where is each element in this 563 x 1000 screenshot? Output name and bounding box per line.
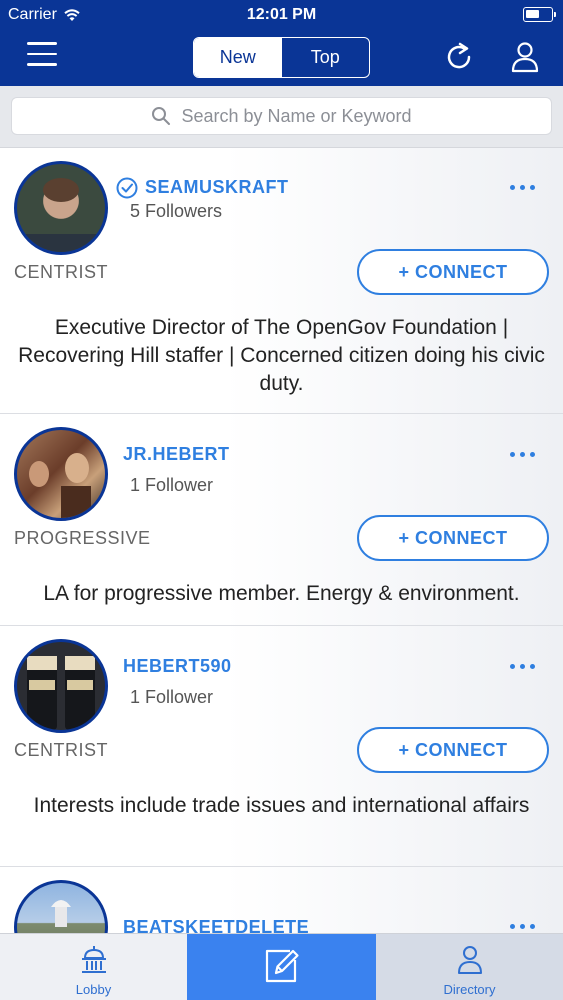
user-card: JR.HEBERT 1 Follower PROGRESSIVE + CONNE… (0, 414, 563, 626)
user-card: HEBERT590 1 Follower CENTRIST + CONNECT … (0, 626, 563, 867)
refresh-icon[interactable] (444, 40, 476, 74)
connect-button[interactable]: + CONNECT (357, 515, 549, 561)
username[interactable]: BEATSKEETDELETE (123, 917, 309, 933)
username[interactable]: JR.HEBERT (123, 444, 230, 465)
more-options-icon[interactable] (510, 924, 535, 929)
status-bar: Carrier 12:01 PM (0, 0, 563, 30)
search-bar-container: Search by Name or Keyword (0, 86, 563, 148)
search-input[interactable]: Search by Name or Keyword (11, 97, 552, 135)
avatar[interactable] (14, 880, 108, 933)
follower-count: 5 Followers (130, 201, 223, 221)
tab-label: Directory (443, 982, 496, 997)
segment-top[interactable]: Top (282, 38, 370, 77)
avatar[interactable] (14, 161, 108, 255)
user-bio: Executive Director of The OpenGov Founda… (18, 316, 545, 395)
political-leaning: CENTRIST (14, 740, 108, 760)
search-icon (152, 107, 171, 125)
profile-icon[interactable] (509, 40, 541, 74)
person-icon (457, 946, 482, 974)
nav-bar: New Top (0, 30, 563, 86)
capitol-icon (81, 946, 106, 973)
user-card: SEAMUSKRAFT 5 Followers CENTRIST + CONNE… (0, 148, 563, 414)
battery-icon (523, 7, 556, 22)
verified-badge-icon (116, 177, 138, 199)
tab-lobby[interactable]: Lobby (0, 934, 187, 1000)
compose-icon (265, 949, 299, 983)
avatar[interactable] (14, 427, 108, 521)
sort-segmented-control: New Top (193, 37, 370, 78)
political-leaning: CENTRIST (14, 262, 108, 282)
tab-label: Lobby (75, 982, 112, 997)
segment-new[interactable]: New (194, 38, 282, 77)
clock: 12:01 PM (246, 6, 317, 23)
username[interactable]: HEBERT590 (123, 656, 232, 677)
more-options-icon[interactable] (510, 185, 535, 190)
connect-button[interactable]: + CONNECT (357, 249, 549, 295)
user-feed: SEAMUSKRAFT 5 Followers CENTRIST + CONNE… (0, 148, 563, 933)
more-options-icon[interactable] (510, 664, 535, 669)
username[interactable]: SEAMUSKRAFT (145, 177, 289, 198)
avatar[interactable] (14, 639, 108, 733)
political-leaning: PROGRESSIVE (14, 528, 151, 548)
tab-compose[interactable] (187, 934, 376, 1000)
more-options-icon[interactable] (510, 452, 535, 457)
tab-bar: Lobby Directory (0, 933, 563, 1000)
tab-directory[interactable]: Directory (376, 934, 563, 1000)
user-card: BEATSKEETDELETE (0, 867, 563, 933)
user-bio: Interests include trade issues and inter… (33, 794, 530, 817)
follower-count: 1 Follower (130, 475, 214, 495)
connect-button[interactable]: + CONNECT (357, 727, 549, 773)
menu-icon[interactable] (27, 42, 57, 70)
follower-count: 1 Follower (130, 687, 214, 707)
user-bio: LA for progressive member. Energy & envi… (43, 582, 520, 605)
search-placeholder: Search by Name or Keyword (181, 105, 412, 126)
